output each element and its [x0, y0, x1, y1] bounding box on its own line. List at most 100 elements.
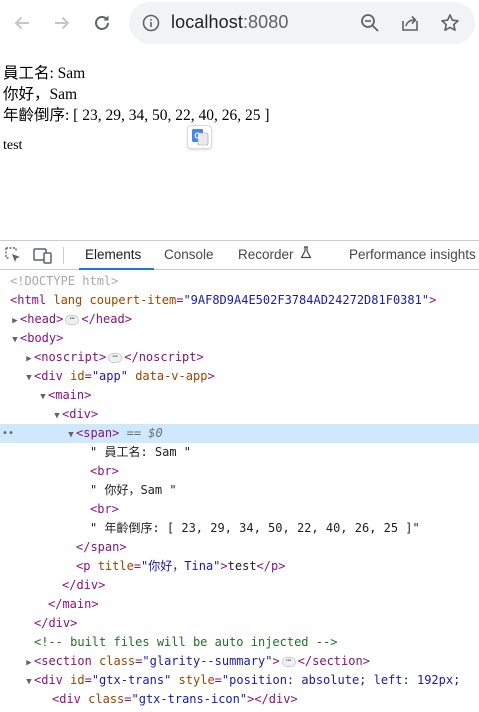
tab-recorder[interactable]: Recorder — [238, 241, 312, 269]
dom-row-br[interactable]: <br> — [0, 500, 479, 519]
tab-recorder-label: Recorder — [238, 247, 294, 262]
collapsed-ellipsis-icon[interactable]: ⋯ — [65, 314, 80, 325]
br-tag: <br> — [90, 502, 119, 516]
dom-row-html[interactable]: <html lang coupert-item="9AF8D9A4E502F37… — [0, 291, 479, 310]
dom-row-gtx-trans-icon[interactable]: <div class="gtx-trans-icon"></div> — [0, 690, 479, 709]
head-close-tag: </head> — [81, 312, 132, 326]
main-open-tag: <main> — [48, 388, 92, 402]
p-close-tag: </p> — [256, 559, 286, 573]
dom-row-p[interactable]: <p title="你好，Tina">test</p> — [0, 557, 479, 576]
url-port: :8080 — [242, 12, 289, 32]
data-v-app-attr: data-v-app — [135, 369, 208, 383]
dom-row-text-ages[interactable]: " 年齡倒序: [ 23, 29, 34, 50, 22, 40, 26, 25… — [0, 519, 479, 538]
id-attr: id — [70, 673, 85, 687]
tab-console[interactable]: Console — [164, 241, 214, 269]
collapsed-ellipsis-icon[interactable]: ⋯ — [108, 352, 123, 363]
class-attr: class — [99, 654, 136, 668]
text-node-ages: " 年齡倒序: [ 23, 29, 34, 50, 22, 40, 26, 25… — [90, 521, 420, 535]
tab-elements[interactable]: Elements — [78, 241, 155, 270]
dom-row-noscript[interactable]: ▶ <noscript> ⋯ </noscript> — [0, 348, 479, 367]
device-toolbar-icon[interactable] — [33, 246, 53, 264]
back-icon[interactable] — [9, 10, 35, 36]
zoom-icon[interactable] — [360, 13, 380, 33]
dom-row-text-greeting[interactable]: " 你好，Sam " — [0, 481, 479, 500]
employee-name-text: 員工名: Sam — [3, 65, 86, 82]
gtx-id-value: "gtx-trans" — [91, 673, 172, 687]
noscript-close-tag: </noscript> — [124, 350, 204, 364]
dom-row-section[interactable]: ▶ <section class="glarity--summary"> ⋯ </se… — [0, 652, 479, 671]
span-close-tag: </span> — [76, 540, 127, 554]
dom-row-div-app[interactable]: ▼ <div id="app" data-v-app> — [0, 367, 479, 386]
div-close-tag: </div> — [62, 578, 106, 592]
collapsed-ellipsis-icon[interactable]: ⋯ — [281, 656, 296, 667]
dom-row-body[interactable]: ▼ <body> — [0, 329, 479, 348]
div-class-open-tag: <div — [52, 692, 81, 706]
forward-icon[interactable] — [49, 10, 75, 36]
dom-row-gtx-trans[interactable]: ▼ <div id="gtx-trans" style="position: ab… — [0, 671, 479, 690]
html-coupert-value: "9AF8D9A4E502F3784AD24272D81F0381" — [183, 293, 430, 307]
html-coupert-attr: coupert-item — [89, 293, 177, 307]
p-title-value: "你好，Tina" — [141, 559, 221, 573]
div-close-tag: </div> — [34, 616, 78, 630]
text-node-greeting: " 你好，Sam " — [90, 483, 177, 497]
dom-row-br[interactable]: <br> — [0, 462, 479, 481]
url-host: localhost — [171, 12, 243, 32]
gutter-more-icon[interactable]: •• — [2, 424, 14, 443]
bookmark-star-icon[interactable] — [440, 13, 460, 33]
dom-row-div-app-close[interactable]: </div> — [0, 614, 479, 633]
dom-row-span-close[interactable]: </span> — [0, 538, 479, 557]
dom-row-div[interactable]: ▼ <div> — [0, 405, 479, 424]
section-open-tag: <section — [34, 654, 92, 668]
tab-separator — [63, 247, 64, 264]
gtx-style-value: "position: absolute; left: 192px; — [221, 673, 461, 687]
site-info-icon[interactable] — [141, 13, 161, 33]
body-open-tag: <body> — [20, 331, 64, 345]
br-tag: <br> — [90, 464, 119, 478]
devtools-tabbar: Elements Console Recorder Performance in… — [0, 241, 479, 270]
p-text: test — [227, 559, 257, 573]
comment-text: <!-- built files will be auto injected -… — [34, 635, 338, 649]
doctype-text: <!DOCTYPE html> — [10, 274, 119, 288]
dom-tree: <!DOCTYPE html> <html lang coupert-item=… — [0, 271, 479, 712]
reload-icon[interactable] — [89, 10, 115, 36]
tab-performance-insights[interactable]: Performance insights — [349, 241, 476, 269]
html-open-tag: <html — [10, 293, 47, 307]
class-attr: class — [88, 692, 125, 706]
address-bar[interactable]: localhost:8080 — [129, 2, 475, 44]
main-close-tag: </main> — [48, 597, 99, 611]
browser-toolbar: localhost:8080 — [0, 0, 479, 48]
title-attr: title — [97, 559, 134, 573]
inspect-element-icon[interactable] — [3, 246, 23, 264]
dom-row-head[interactable]: ▶ <head> ⋯ </head> — [0, 310, 479, 329]
dom-row-main[interactable]: ▼ <main> — [0, 386, 479, 405]
section-class-value: "glarity--summary" — [142, 654, 273, 668]
greeting-text: 你好，Sam — [3, 86, 78, 103]
selected-node-marker: == $0 — [126, 426, 163, 440]
dom-row-div-close[interactable]: </div> — [0, 576, 479, 595]
html-lang-attr: lang — [53, 293, 83, 307]
dom-row-comment[interactable]: <!-- built files will be auto injected -… — [0, 633, 479, 652]
div-gtx-open-tag: <div — [34, 673, 63, 687]
div-app-open-tag: <div — [34, 369, 63, 383]
share-icon[interactable] — [400, 13, 420, 33]
url-text: localhost:8080 — [171, 12, 289, 33]
p-open-tag: <p — [76, 559, 91, 573]
section-close-tag: </section> — [297, 654, 370, 668]
id-attr: id — [70, 369, 85, 383]
span-open-tag: <span> — [76, 426, 120, 440]
page-content: 員工名: Sam 你好，Sam 年齡倒序: [ 23, 29, 34, 50, … — [0, 48, 479, 240]
gtx-icon-close-tag: </div> — [254, 692, 298, 706]
devtools-panel: Elements Console Recorder Performance in… — [0, 240, 479, 712]
ages-desc-text: 年齡倒序: [ 23, 29, 34, 50, 22, 40, 26, 25 ] — [3, 107, 270, 124]
noscript-open-tag: <noscript> — [34, 350, 107, 364]
dom-row-doctype[interactable]: <!DOCTYPE html> — [0, 272, 479, 291]
style-attr: style — [178, 673, 215, 687]
dom-row-span-selected[interactable]: •• ▼ <span> == $0 — [0, 424, 479, 443]
text-node-name: " 員工名: Sam " — [90, 445, 192, 459]
div-open-tag: <div> — [62, 407, 99, 421]
dom-row-text-name[interactable]: " 員工名: Sam " — [0, 443, 479, 462]
dom-row-main-close[interactable]: </main> — [0, 595, 479, 614]
google-translate-icon[interactable]: G — [187, 125, 212, 149]
gtx-icon-class-value: "gtx-trans-icon" — [131, 692, 248, 706]
flask-icon — [300, 241, 312, 269]
